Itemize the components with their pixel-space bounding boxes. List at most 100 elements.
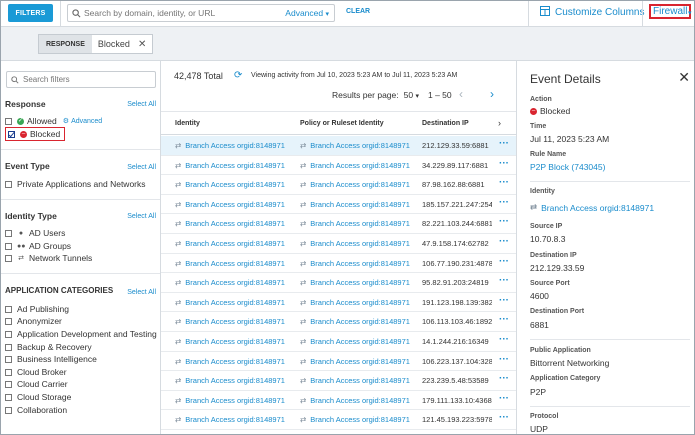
- identity-cell[interactable]: ⇄ Branch Access orgid:8148971: [175, 357, 295, 366]
- identity-link[interactable]: Branch Access orgid:8148971: [185, 357, 285, 366]
- more-options-icon[interactable]: ···: [499, 197, 509, 208]
- policy-link[interactable]: Branch Access orgid:8148971: [310, 200, 410, 209]
- policy-link[interactable]: Branch Access orgid:8148971: [310, 141, 410, 150]
- advanced-link[interactable]: ⚙ Advanced: [63, 117, 102, 126]
- filter-option-category[interactable]: Ad Publishing: [5, 304, 69, 314]
- filter-option-ad-users[interactable]: ● AD Users: [5, 228, 65, 238]
- more-options-icon[interactable]: ···: [499, 334, 509, 345]
- policy-cell[interactable]: ⇄ Branch Access orgid:8148971: [300, 278, 412, 287]
- identity-link[interactable]: Branch Access orgid:8148971: [185, 337, 285, 346]
- checkbox[interactable]: [5, 343, 12, 351]
- policy-link[interactable]: Branch Access orgid:8148971: [310, 219, 410, 228]
- checkbox[interactable]: [5, 330, 12, 338]
- filter-option-category[interactable]: Business Intelligence: [5, 354, 97, 364]
- filter-option-category[interactable]: Backup & Recovery: [5, 342, 92, 352]
- table-row[interactable]: ⇄Branch Access orgid:8148971⇄Branch Acce…: [161, 214, 516, 234]
- checkbox[interactable]: [5, 317, 12, 325]
- identity-link[interactable]: Branch Access orgid:8148971: [185, 200, 285, 209]
- identity-cell[interactable]: ⇄ Branch Access orgid:8148971: [175, 298, 295, 307]
- filter-option-category[interactable]: Collaboration: [5, 405, 67, 415]
- policy-cell[interactable]: ⇄ Branch Access orgid:8148971: [300, 317, 412, 326]
- more-options-icon[interactable]: ···: [499, 412, 509, 423]
- policy-link[interactable]: Branch Access orgid:8148971: [310, 396, 410, 405]
- checkbox[interactable]: [5, 254, 12, 262]
- filter-option-blocked[interactable]: – Blocked: [5, 127, 66, 141]
- table-row[interactable]: ⇄Branch Access orgid:8148971⇄Branch Acce…: [161, 136, 516, 156]
- policy-link[interactable]: Branch Access orgid:8148971: [310, 317, 410, 326]
- identity-link[interactable]: Branch Access orgid:8148971: [185, 219, 285, 228]
- table-row[interactable]: ⇄Branch Access orgid:8148971⇄Branch Acce…: [161, 371, 516, 391]
- identity-link[interactable]: Branch Access orgid:8148971: [185, 141, 285, 150]
- policy-link[interactable]: Branch Access orgid:8148971: [310, 180, 410, 189]
- chevron-right-icon[interactable]: ›: [490, 87, 494, 101]
- identity-cell[interactable]: ⇄ Branch Access orgid:8148971: [175, 337, 295, 346]
- policy-cell[interactable]: ⇄ Branch Access orgid:8148971: [300, 219, 412, 228]
- firewall-dropdown[interactable]: Firewall: [649, 4, 692, 19]
- select-all-response[interactable]: Select All: [127, 101, 156, 108]
- more-options-icon[interactable]: ···: [499, 275, 509, 286]
- policy-link[interactable]: Branch Access orgid:8148971: [310, 376, 410, 385]
- policy-link[interactable]: Branch Access orgid:8148971: [310, 415, 410, 424]
- customize-columns-button[interactable]: Customize Columns: [540, 6, 644, 19]
- more-options-icon[interactable]: ···: [499, 314, 509, 325]
- results-per-page-select[interactable]: 50 ▾: [404, 90, 419, 100]
- more-options-icon[interactable]: ···: [499, 138, 509, 149]
- identity-cell[interactable]: ⇄ Branch Access orgid:8148971: [175, 239, 295, 248]
- table-row[interactable]: ⇄Branch Access orgid:8148971⇄Branch Acce…: [161, 254, 516, 274]
- identity-link[interactable]: Branch Access orgid:8148971: [185, 298, 285, 307]
- table-row[interactable]: ⇄Branch Access orgid:8148971⇄Branch Acce…: [161, 175, 516, 195]
- identity-cell[interactable]: ⇄ Branch Access orgid:8148971: [175, 376, 295, 385]
- refresh-icon[interactable]: ⟳: [234, 70, 242, 81]
- policy-cell[interactable]: ⇄ Branch Access orgid:8148971: [300, 415, 412, 424]
- identity-cell[interactable]: ⇄ Branch Access orgid:8148971: [175, 396, 295, 405]
- more-options-icon[interactable]: ···: [499, 236, 509, 247]
- checkbox[interactable]: [5, 393, 12, 401]
- identity-link[interactable]: Branch Access orgid:8148971: [185, 239, 285, 248]
- more-options-icon[interactable]: ···: [499, 295, 509, 306]
- identity-cell[interactable]: ⇄ Branch Access orgid:8148971: [175, 259, 295, 268]
- policy-cell[interactable]: ⇄ Branch Access orgid:8148971: [300, 357, 412, 366]
- policy-cell[interactable]: ⇄ Branch Access orgid:8148971: [300, 396, 412, 405]
- policy-cell[interactable]: ⇄ Branch Access orgid:8148971: [300, 161, 412, 170]
- filter-option-category[interactable]: Cloud Storage: [5, 392, 71, 402]
- identity-cell[interactable]: ⇄ Branch Access orgid:8148971: [175, 278, 295, 287]
- policy-link[interactable]: Branch Access orgid:8148971: [310, 278, 410, 287]
- select-all-identity-type[interactable]: Select All: [127, 213, 156, 220]
- policy-cell[interactable]: ⇄ Branch Access orgid:8148971: [300, 141, 412, 150]
- checkbox[interactable]: [5, 380, 12, 388]
- table-row[interactable]: ⇄Branch Access orgid:8148971 ⇄Branch Acce…: [161, 391, 516, 411]
- caret-down-icon[interactable]: ▾: [688, 9, 692, 17]
- checkbox-checked[interactable]: [8, 130, 15, 138]
- identity-cell[interactable]: ⇄ Branch Access orgid:8148971: [175, 415, 295, 424]
- filter-option-ad-groups[interactable]: ●● AD Groups: [5, 241, 71, 251]
- select-all-event-type[interactable]: Select All: [127, 164, 156, 171]
- identity-link[interactable]: Branch Access orgid:8148971: [185, 415, 285, 424]
- column-header-destination-ip[interactable]: Destination IP: [422, 120, 469, 127]
- column-header-policy[interactable]: Policy or Ruleset Identity: [300, 120, 384, 127]
- table-row[interactable]: ⇄Branch Access orgid:8148971⇄Branch Acce…: [161, 332, 516, 352]
- identity-link[interactable]: Branch Access orgid:8148971: [185, 161, 285, 170]
- checkbox[interactable]: [5, 117, 12, 125]
- table-row[interactable]: ⇄Branch Access orgid:8148971 ⇄Branch Acce…: [161, 410, 516, 430]
- identity-link[interactable]: Branch Access orgid:8148971: [185, 396, 285, 405]
- advanced-search-dropdown[interactable]: Advanced ▾: [285, 8, 329, 18]
- close-icon[interactable]: ✕: [678, 69, 690, 86]
- column-header-identity[interactable]: Identity: [175, 120, 200, 127]
- policy-link[interactable]: Branch Access orgid:8148971: [310, 298, 410, 307]
- identity-cell[interactable]: ⇄ Branch Access orgid:8148971: [175, 317, 295, 326]
- table-row[interactable]: ⇄Branch Access orgid:8148971⇄Branch Acce…: [161, 195, 516, 215]
- filter-option-category[interactable]: Application Development and Testing: [5, 329, 157, 339]
- chevron-left-icon[interactable]: ‹: [459, 87, 463, 101]
- filter-option-category[interactable]: Cloud Carrier: [5, 379, 68, 389]
- select-all-app-categories[interactable]: Select All: [127, 289, 156, 296]
- identity-link[interactable]: Branch Access orgid:8148971: [185, 259, 285, 268]
- search-input[interactable]: [84, 8, 284, 18]
- policy-link[interactable]: Branch Access orgid:8148971: [310, 357, 410, 366]
- identity-cell[interactable]: ⇄ Branch Access orgid:8148971: [175, 161, 295, 170]
- identity-link[interactable]: ⇄ Branch Access orgid:8148971: [530, 202, 654, 213]
- table-row[interactable]: ⇄Branch Access orgid:8148971 ⇄Branch Acce…: [161, 156, 516, 176]
- more-options-icon[interactable]: ···: [499, 256, 509, 267]
- checkbox[interactable]: [5, 242, 12, 250]
- checkbox[interactable]: [5, 406, 12, 414]
- table-row[interactable]: ⇄Branch Access orgid:8148971⇄Branch Acce…: [161, 293, 516, 313]
